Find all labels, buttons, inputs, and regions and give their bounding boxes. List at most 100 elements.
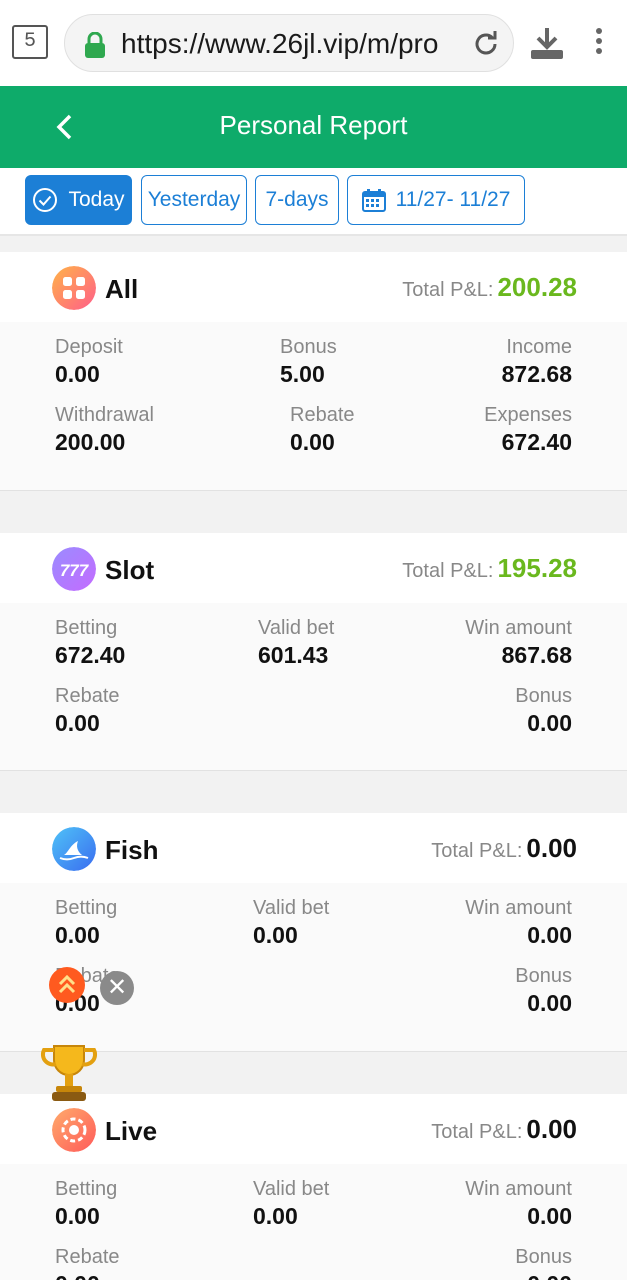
total-pl: Total P&L: 195.28 (402, 553, 577, 584)
stat-label: Rebate (55, 685, 120, 707)
total-pl: Total P&L: 0.00 (431, 833, 577, 864)
stat-betting: Betting 672.40 (55, 617, 125, 669)
stat-label: Bonus (515, 965, 572, 987)
stat-label: Rebate (55, 1246, 120, 1268)
filter-yesterday-label: Yesterday (147, 188, 241, 211)
stat-label: Income (506, 336, 572, 358)
stat-value: 0.00 (527, 710, 572, 736)
total-pl-label: Total P&L: (431, 840, 523, 862)
divider (0, 234, 627, 236)
total-pl: Total P&L: 0.00 (431, 1114, 577, 1145)
stat-label: Valid bet (253, 897, 330, 919)
stat-bonus: Bonus 0.00 (515, 965, 572, 1017)
stat-value: 0.00 (527, 990, 572, 1016)
address-bar[interactable]: https://www.26jl.vip/m/pro (64, 14, 514, 72)
stat-value: 0.00 (253, 1203, 298, 1229)
report-card-fish: Fish Total P&L: 0.00 Betting 0.00 Valid be… (0, 813, 627, 1052)
stat-deposit: Deposit 0.00 (55, 336, 123, 388)
total-pl-value: 0.00 (526, 1114, 577, 1144)
stat-value: 0.00 (55, 922, 100, 948)
stat-rebate: Rebate 0.00 (290, 404, 355, 456)
stat-label: Bonus (515, 685, 572, 707)
stat-label: Withdrawal (55, 404, 154, 426)
browser-menu-icon[interactable] (592, 28, 606, 58)
stat-label: Win amount (465, 1178, 572, 1200)
total-pl: Total P&L: 200.28 (402, 272, 577, 303)
total-pl-value: 200.28 (497, 272, 577, 302)
stat-bonus: Bonus 5.00 (280, 336, 337, 388)
app-header: Personal Report (0, 86, 627, 168)
stat-value: 0.00 (290, 429, 335, 455)
url-text: https://www.26jl.vip/m/pro (121, 28, 439, 59)
stat-value: 200.00 (55, 429, 126, 455)
stat-expenses: Expenses 672.40 (484, 404, 572, 456)
stat-label: Deposit (55, 336, 123, 358)
close-icon: ✕ (106, 974, 128, 1001)
stat-label: Expenses (484, 404, 572, 426)
stat-value: 872.68 (501, 361, 572, 387)
slot-777-icon: 777 (52, 547, 96, 591)
card-header: Live Total P&L: 0.00 (0, 1094, 627, 1164)
stat-label: Win amount (465, 897, 572, 919)
reload-icon[interactable] (471, 29, 501, 59)
total-pl-label: Total P&L: (402, 279, 494, 301)
stat-win-amount: Win amount 0.00 (465, 1178, 572, 1230)
stat-value: 5.00 (280, 361, 325, 387)
filter-7days-button[interactable]: 7-days (255, 175, 339, 225)
download-icon[interactable] (528, 24, 566, 62)
card-title: Fish (105, 835, 159, 865)
casino-chip-icon (52, 1108, 96, 1152)
date-filter-bar: Today Yesterday 7-days 11/27- 11/27 (0, 168, 627, 234)
stat-value: 0.00 (55, 1203, 100, 1229)
filter-today-button[interactable]: Today (25, 175, 132, 225)
card-header: Fish Total P&L: 0.00 (0, 813, 627, 883)
stat-label: Valid bet (253, 1178, 330, 1200)
stat-win-amount: Win amount 0.00 (465, 897, 572, 949)
tab-switcher-button[interactable]: 5 (12, 25, 48, 59)
lock-icon (85, 32, 105, 58)
stat-bonus: Bonus 0.00 (515, 1246, 572, 1280)
calendar-icon (361, 189, 386, 213)
stat-value: 601.43 (258, 642, 329, 668)
stat-value: 672.40 (501, 429, 572, 455)
double-chevron-up-icon (58, 974, 76, 994)
report-card-live: Live Total P&L: 0.00 Betting 0.00 Valid be… (0, 1094, 627, 1280)
stat-win-amount: Win amount 867.68 (465, 617, 572, 669)
page-title: Personal Report (219, 110, 408, 140)
stat-value: 0.00 (55, 361, 100, 387)
card-header: 777 Slot Total P&L: 195.28 (0, 533, 627, 603)
stat-bonus: Bonus 0.00 (515, 685, 572, 737)
browser-toolbar: 5 https://www.26jl.vip/m/pro (0, 0, 627, 86)
shark-fin-icon (52, 827, 96, 871)
stat-value: 0.00 (55, 710, 100, 736)
total-pl-value: 195.28 (497, 553, 577, 583)
report-card-slot: 777 Slot Total P&L: 195.28 Betting 672.40 … (0, 533, 627, 771)
filter-yesterday-button[interactable]: Yesterday (141, 175, 247, 225)
stat-label: Betting (55, 617, 118, 639)
stat-label: Betting (55, 1178, 118, 1200)
date-range-label: 11/27- 11/27 (395, 188, 511, 211)
grid-apps-icon (52, 266, 96, 310)
card-title: Live (105, 1116, 158, 1146)
stat-value: 0.00 (515, 1271, 572, 1280)
scroll-to-top-button[interactable] (49, 967, 85, 1003)
stat-betting: Betting 0.00 (55, 1178, 117, 1230)
close-widget-button[interactable]: ✕ (100, 971, 134, 1005)
stat-label: Win amount (465, 617, 572, 639)
stat-withdrawal: Withdrawal 200.00 (55, 404, 154, 456)
total-pl-value: 0.00 (526, 833, 577, 863)
stat-rebate: Rebate 0.00 (55, 685, 120, 737)
stat-label: Valid bet (258, 617, 335, 639)
stat-label: Rebate (290, 404, 355, 426)
stat-label: Bonus (280, 336, 337, 358)
stat-value: 0.00 (253, 922, 298, 948)
stat-label: Bonus (515, 1246, 572, 1268)
trophy-icon[interactable] (38, 1040, 100, 1104)
stat-value: 0.00 (527, 922, 572, 948)
report-card-all: All Total P&L: 200.28 Deposit 0.00 Bonus 5.… (0, 252, 627, 491)
date-range-picker-button[interactable]: 11/27- 11/27 (347, 175, 525, 225)
stat-valid-bet: Valid bet 601.43 (258, 617, 334, 669)
card-header: All Total P&L: 200.28 (0, 252, 627, 322)
stat-value: 867.68 (501, 642, 572, 668)
stat-label: Betting (55, 897, 118, 919)
